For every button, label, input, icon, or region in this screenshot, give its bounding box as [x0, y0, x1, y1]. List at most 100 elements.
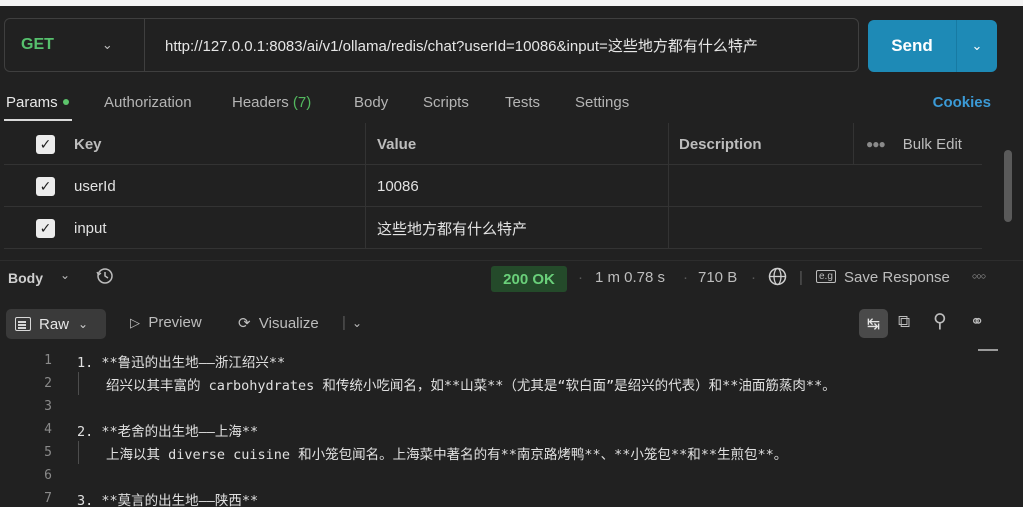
- code-line: 4 2. **老舍的出生地——上海**: [0, 418, 1023, 441]
- active-tab-underline: [4, 119, 72, 121]
- tab-scripts[interactable]: Scripts: [423, 94, 469, 111]
- preview-button[interactable]: ▷ Preview: [130, 314, 202, 331]
- visualize-icon: ⟳: [238, 315, 251, 332]
- param-value[interactable]: 这些地方都有什么特产: [377, 207, 527, 249]
- url-input[interactable]: http://127.0.0.1:8083/ai/v1/ollama/redis…: [145, 35, 758, 56]
- preview-label: Preview: [148, 314, 202, 331]
- view-mode-label: Raw: [39, 315, 70, 333]
- param-key[interactable]: userId: [74, 165, 116, 207]
- line-number: 2: [44, 376, 52, 391]
- method-select[interactable]: GET ⌄: [5, 19, 145, 71]
- response-size[interactable]: 710 B: [698, 269, 737, 286]
- send-label: Send: [891, 36, 933, 55]
- divider: |: [799, 269, 803, 286]
- tab-body[interactable]: Body: [354, 94, 388, 111]
- tab-headers-label: Headers: [232, 94, 289, 111]
- bulk-edit-label: Bulk Edit: [902, 135, 962, 153]
- line-number: 7: [44, 491, 52, 506]
- separator-dot: ·: [751, 269, 756, 286]
- response-time[interactable]: 1 m 0.78 s: [595, 269, 665, 286]
- cookies-link[interactable]: Cookies: [933, 94, 991, 111]
- visualize-label: Visualize: [258, 315, 319, 332]
- row-checkbox[interactable]: ✓: [36, 219, 55, 238]
- params-scrollbar[interactable]: [1004, 150, 1012, 222]
- line-text: 3. **莫言的出生地——陕西**: [77, 492, 259, 507]
- url-bar: GET ⌄ http://127.0.0.1:8083/ai/v1/ollama…: [4, 18, 859, 72]
- raw-icon: [15, 317, 31, 331]
- column-divider: [365, 207, 366, 249]
- line-number: 6: [44, 468, 52, 483]
- column-divider: [668, 165, 669, 207]
- params-header-row: ✓ Key Value Description ●●● Bulk Edit: [4, 123, 982, 165]
- tab-tests[interactable]: Tests: [505, 94, 540, 111]
- save-response-icon: e.g: [816, 270, 836, 283]
- select-all-checkbox[interactable]: ✓: [36, 135, 55, 154]
- column-divider: [668, 207, 669, 249]
- top-strip: [0, 0, 1023, 6]
- line-number: 3: [44, 399, 52, 414]
- param-key[interactable]: input: [74, 207, 107, 249]
- line-number: 1: [44, 353, 52, 368]
- column-divider: [853, 123, 854, 165]
- headers-count: (7): [292, 94, 312, 111]
- tab-settings[interactable]: Settings: [575, 94, 629, 111]
- tab-headers[interactable]: Headers (7): [232, 94, 311, 111]
- play-icon: ▷: [130, 315, 140, 330]
- description-header: Description: [679, 135, 762, 153]
- table-row: ✓ input 这些地方都有什么特产: [4, 207, 982, 249]
- more-icon[interactable]: ○○○: [972, 271, 986, 281]
- tab-authorization[interactable]: Authorization: [104, 94, 192, 111]
- key-header: Key: [74, 135, 102, 153]
- indent-guide: [78, 441, 79, 464]
- chevron-down-icon: ⌄: [78, 317, 89, 331]
- view-mode-select[interactable]: Raw ⌄: [6, 309, 106, 339]
- request-tabs: Params Authorization Headers (7) Body Sc…: [0, 86, 1023, 122]
- indent-guide: [78, 372, 79, 395]
- separator-dot: ·: [683, 269, 688, 286]
- code-line: 2 绍兴以其丰富的 carbohydrates 和传统小吃闻名，如**山菜**（…: [0, 372, 1023, 395]
- tab-params-label: Params: [6, 94, 58, 111]
- method-label: GET: [21, 36, 54, 53]
- globe-icon[interactable]: [767, 266, 788, 291]
- code-line: 6: [0, 464, 1023, 487]
- status-badge[interactable]: 200 OK: [491, 266, 567, 292]
- chevron-down-icon: ⌄: [101, 37, 113, 52]
- response-body-label[interactable]: Body: [8, 270, 43, 286]
- column-divider: [365, 165, 366, 207]
- separator-dot: ·: [578, 269, 583, 286]
- divider: |: [342, 314, 346, 331]
- chevron-down-icon[interactable]: ⌄: [60, 268, 70, 282]
- column-divider: [365, 123, 366, 165]
- history-icon[interactable]: [95, 266, 115, 290]
- chevron-down-icon[interactable]: ⌄: [352, 316, 362, 330]
- value-header: Value: [377, 135, 417, 153]
- active-dot-icon: [62, 99, 69, 106]
- response-header: Body ⌄ 200 OK · 1 m 0.78 s · 710 B · | e…: [0, 260, 1023, 294]
- row-checkbox[interactable]: ✓: [36, 177, 55, 196]
- param-value[interactable]: 10086: [377, 165, 419, 207]
- line-text: 1. **鲁迅的出生地——浙江绍兴**: [77, 354, 286, 371]
- code-line: 1 1. **鲁迅的出生地——浙江绍兴**: [0, 349, 1023, 372]
- search-icon[interactable]: ⚲: [933, 310, 947, 333]
- chevron-down-icon[interactable]: ⌄: [957, 38, 997, 54]
- column-divider: [668, 123, 669, 165]
- code-line: 3: [0, 395, 1023, 418]
- line-text: 2. **老舍的出生地——上海**: [77, 423, 259, 440]
- params-table: ✓ Key Value Description ●●● Bulk Edit ✓ u…: [4, 123, 982, 253]
- link-icon[interactable]: ⚭: [970, 312, 984, 332]
- send-button[interactable]: Send ⌄: [868, 20, 997, 72]
- more-icon: ●●●: [866, 137, 886, 151]
- code-line: 5 上海以其 diverse cuisine 和小笼包闻名。上海菜中著名的有**…: [0, 441, 1023, 464]
- line-number: 5: [44, 445, 52, 460]
- table-row: ✓ userId 10086: [4, 165, 982, 207]
- bulk-edit-button[interactable]: ●●● Bulk Edit: [866, 123, 962, 165]
- line-text: 绍兴以其丰富的 carbohydrates 和传统小吃闻名，如**山菜**（尤其…: [106, 377, 836, 394]
- line-text: 上海以其 diverse cuisine 和小笼包闻名。上海菜中著名的有**南京…: [106, 446, 788, 463]
- code-line: 7 3. **莫言的出生地——陕西**: [0, 487, 1023, 507]
- save-response-button[interactable]: Save Response: [844, 269, 950, 286]
- line-number: 4: [44, 422, 52, 437]
- tab-params[interactable]: Params: [6, 94, 69, 111]
- wrap-lines-icon[interactable]: ↹: [859, 309, 888, 338]
- visualize-button[interactable]: ⟳ Visualize: [238, 314, 319, 332]
- copy-icon[interactable]: ⧉: [898, 312, 910, 332]
